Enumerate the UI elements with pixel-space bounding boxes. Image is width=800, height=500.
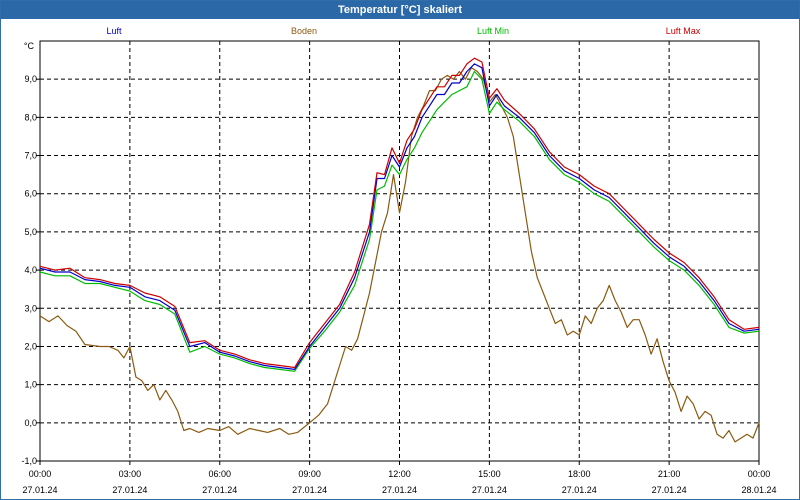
- y-tick-label: 1,0: [24, 380, 37, 390]
- y-tick-label: 5,0: [24, 227, 37, 237]
- y-axis-label: °C: [24, 41, 35, 51]
- x-tick-time: 21:00: [658, 469, 681, 479]
- x-tick-date: 27.01.24: [652, 485, 687, 495]
- temperature-chart: -1,0 0,0 1,0 2,0 3,0 4,0 5,0 6,0 7,0 8,0 9,0 00:00 2…: [21, 26, 776, 495]
- x-tick-time: 12:00: [388, 469, 411, 479]
- x-tick-time: 15:00: [478, 469, 501, 479]
- x-tick-date: 27.01.24: [112, 485, 147, 495]
- y-tick-label: 8,0: [24, 112, 37, 122]
- x-tick-time: 03:00: [119, 469, 142, 479]
- x-tick-date: 28.01.24: [741, 485, 776, 495]
- x-tick-date: 27.01.24: [472, 485, 507, 495]
- x-tick-date: 27.01.24: [22, 485, 57, 495]
- y-tick-label: 6,0: [24, 189, 37, 199]
- legend-entry-luft-min: Luft Min: [477, 26, 509, 36]
- x-tick-date: 27.01.24: [382, 485, 417, 495]
- legend-entry-boden: Boden: [291, 26, 317, 36]
- y-tick-label: 3,0: [24, 303, 37, 313]
- x-tick-date: 27.01.24: [202, 485, 237, 495]
- y-tick-label: 2,0: [24, 341, 37, 351]
- x-tick-time: 18:00: [568, 469, 591, 479]
- y-tick-label: 9,0: [24, 74, 37, 84]
- legend-entry-luft-max: Luft Max: [666, 26, 701, 36]
- y-tick-label: -1,0: [21, 456, 37, 466]
- x-tick-time: 00:00: [748, 469, 771, 479]
- chart-window: Temperatur [°C] skaliert -1,0 0,0 1,0 2,0 3,…: [0, 0, 800, 500]
- y-tick-label: 7,0: [24, 151, 37, 161]
- y-tick-label: 0,0: [24, 418, 37, 428]
- legend-entry-luft: Luft: [106, 26, 122, 36]
- x-tick-time: 06:00: [208, 469, 231, 479]
- y-tick-label: 4,0: [24, 265, 37, 275]
- x-tick-date: 27.01.24: [292, 485, 327, 495]
- x-tick-time: 00:00: [29, 469, 52, 479]
- x-tick-time: 09:00: [298, 469, 321, 479]
- x-tick-date: 27.01.24: [562, 485, 597, 495]
